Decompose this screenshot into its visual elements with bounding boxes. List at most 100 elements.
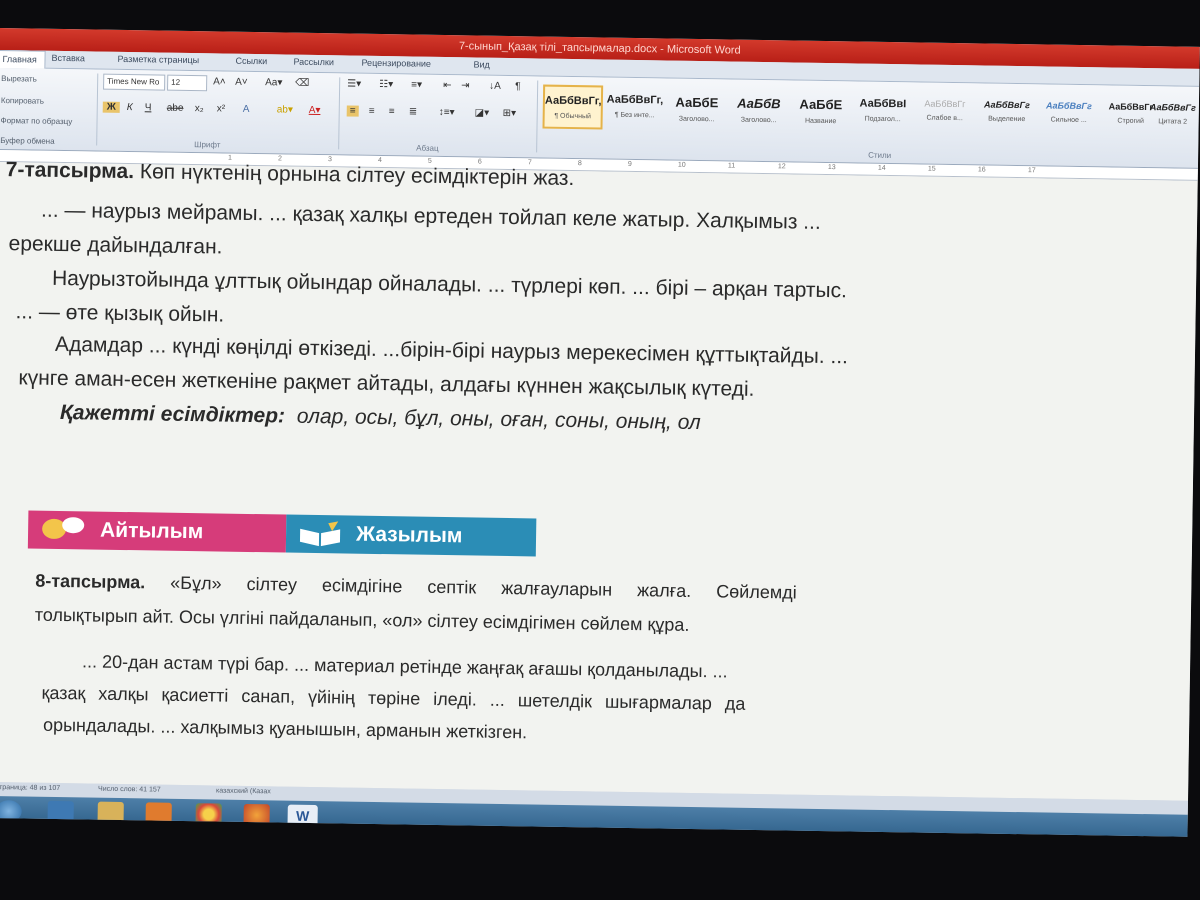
book-pen-icon xyxy=(298,521,342,548)
ruler-tick: 9 xyxy=(627,160,632,168)
style-heading-2[interactable]: АаБбВ Заголово... xyxy=(728,87,789,132)
writing-section: Жазылым xyxy=(285,514,537,557)
style-normal[interactable]: АаБбВвГг, ¶ Обычный xyxy=(542,84,604,130)
style-title[interactable]: АаБбЕ Название xyxy=(790,88,851,133)
ruler-tick: 10 xyxy=(677,161,686,169)
task8-instruction-cont: толықтырып айт. Осы үлгіні пайдаланып, «… xyxy=(34,604,690,635)
firefox-icon[interactable] xyxy=(243,803,270,827)
document-page[interactable]: 7-тапсырма. Көп нүктенің орнына сілтеу е… xyxy=(0,158,1198,801)
text-effects-icon[interactable]: A xyxy=(243,104,250,115)
align-center-icon[interactable]: ≡ xyxy=(369,106,375,117)
tab-home[interactable]: Главная xyxy=(0,49,46,69)
ruler-tick: 6 xyxy=(477,158,482,166)
media-icon[interactable] xyxy=(145,802,172,825)
shading-icon[interactable]: ◪▾ xyxy=(475,107,490,118)
style-emphasis[interactable]: АаБбВвГг Выделение xyxy=(976,91,1037,136)
style-preview: АаБбЕ xyxy=(799,96,843,113)
style-preview: АаБбЕ xyxy=(675,94,719,111)
task8-heading: 8-тапсырма. xyxy=(35,570,146,593)
clear-format-icon[interactable]: ⌫ xyxy=(295,78,309,89)
ruler-tick: 15 xyxy=(927,165,936,173)
numbering-icon[interactable]: ☷▾ xyxy=(379,79,393,90)
align-left-icon[interactable]: ≡ xyxy=(346,105,359,117)
separator xyxy=(536,80,539,153)
style-name: Подзагол... xyxy=(864,115,901,124)
needed-words: олар, осы, бұл, оны, оған, соны, оның, о… xyxy=(296,404,701,435)
tab-references[interactable]: Ссылки xyxy=(235,56,267,66)
speaking-section: Айтылым xyxy=(27,510,287,553)
tab-view[interactable]: Вид xyxy=(473,59,489,69)
style-preview: АаБбВвГг xyxy=(924,98,966,110)
style-preview: АаБбВвГг, xyxy=(544,94,602,108)
style-preview: АаБбВвГг xyxy=(1045,100,1092,112)
ruler-tick: 13 xyxy=(827,164,836,172)
separator xyxy=(338,77,341,150)
format-painter-button[interactable]: Формат по образцу xyxy=(0,116,72,126)
ruler-tick: 3 xyxy=(327,156,332,164)
shrink-font-icon[interactable]: A˅ xyxy=(235,77,248,88)
style-name: ¶ Без инте... xyxy=(614,111,655,120)
align-right-icon[interactable]: ≡ xyxy=(389,106,395,117)
decrease-indent-icon[interactable]: ⇤ xyxy=(443,80,452,91)
needed-pronouns: Қажетті есімдіктер: олар, осы, бұл, оны,… xyxy=(60,401,701,435)
font-size-select[interactable]: 12 xyxy=(167,74,208,92)
start-icon[interactable] xyxy=(0,800,22,823)
needed-label: Қажетті есімдіктер: xyxy=(59,400,286,428)
ie-icon[interactable] xyxy=(47,800,74,824)
pilcrow-icon[interactable]: ¶ xyxy=(515,81,521,92)
style-preview: АаБбВвІ xyxy=(859,97,907,111)
increase-indent-icon[interactable]: ⇥ xyxy=(461,80,470,91)
strikethrough-icon[interactable]: abe xyxy=(167,103,184,114)
task7-line: күнге аман-есен жеткеніне рақмет айтады,… xyxy=(18,366,755,401)
word-icon[interactable]: W xyxy=(287,804,318,828)
grow-font-icon[interactable]: A˄ xyxy=(213,76,226,87)
style-heading-1[interactable]: АаБбЕ Заголово... xyxy=(666,86,727,131)
ruler-tick: 16 xyxy=(977,166,986,174)
superscript-icon[interactable]: x² xyxy=(217,103,226,114)
style-intense-emphasis[interactable]: АаБбВвГг Сильное ... xyxy=(1038,92,1099,137)
line-spacing-icon[interactable]: ↕≡▾ xyxy=(439,107,455,118)
font-name-select[interactable]: Times New Ro xyxy=(103,73,166,91)
ruler-tick: 7 xyxy=(527,159,532,167)
language[interactable]: казахский (Казах xyxy=(216,787,271,795)
word-count[interactable]: Число слов: 41 157 xyxy=(98,786,161,794)
style-quote-2[interactable]: АаБбВвГг Цитата 2 xyxy=(1148,94,1197,139)
italic-icon[interactable]: К xyxy=(127,102,133,113)
style-subtitle[interactable]: АаБбВвІ Подзагол... xyxy=(852,89,913,134)
style-name: Выделение xyxy=(988,115,1026,124)
sort-icon[interactable]: ↓A xyxy=(489,81,501,92)
multilevel-list-icon[interactable]: ≡▾ xyxy=(411,79,422,90)
font-group-label: Шрифт xyxy=(194,140,221,150)
tab-page-layout[interactable]: Разметка страницы xyxy=(117,54,199,65)
ruler-tick: 14 xyxy=(877,164,886,172)
cut-button[interactable]: Вырезать xyxy=(1,74,37,84)
task7-line: ерекше дайындалған. xyxy=(8,232,223,259)
highlight-icon[interactable]: ab▾ xyxy=(277,104,293,115)
ruler-tick: 2 xyxy=(277,155,282,163)
borders-icon[interactable]: ⊞▾ xyxy=(503,108,517,119)
chrome-icon[interactable] xyxy=(195,803,222,826)
bullets-icon[interactable]: ☰▾ xyxy=(347,78,361,89)
copy-button[interactable]: Копировать xyxy=(1,96,44,106)
style-name: ¶ Обычный xyxy=(554,112,592,121)
task7-line: ... — наурыз мейрамы. ... қазақ халқы ер… xyxy=(40,198,821,234)
task8-line: қазақ халқы қасиетті санап, үйінің төрін… xyxy=(41,682,746,714)
subscript-icon[interactable]: x₂ xyxy=(195,103,204,114)
style-no-spacing[interactable]: АаБбВвГг, ¶ Без инте... xyxy=(604,86,665,131)
justify-icon[interactable]: ≣ xyxy=(409,106,418,117)
underline-icon[interactable]: Ч xyxy=(145,102,152,113)
style-name: Цитата 2 xyxy=(1158,118,1188,126)
page-count[interactable]: Страница: 48 из 107 xyxy=(0,784,60,792)
ruler-tick: 5 xyxy=(427,157,432,165)
folder-icon[interactable] xyxy=(97,801,124,825)
style-subtle-emphasis[interactable]: АаБбВвГг Слабое в... xyxy=(914,90,975,135)
style-name: Слабое в... xyxy=(926,114,963,123)
style-preview: АаБбВвГг xyxy=(1149,102,1196,113)
tab-review[interactable]: Рецензирование xyxy=(361,58,431,69)
change-case-icon[interactable]: Aa▾ xyxy=(265,77,282,88)
separator xyxy=(96,73,99,146)
tab-insert[interactable]: Вставка xyxy=(51,53,85,64)
bold-icon[interactable]: Ж xyxy=(102,101,120,113)
font-color-icon[interactable]: A▾ xyxy=(309,105,321,116)
tab-mailings[interactable]: Рассылки xyxy=(293,57,334,68)
